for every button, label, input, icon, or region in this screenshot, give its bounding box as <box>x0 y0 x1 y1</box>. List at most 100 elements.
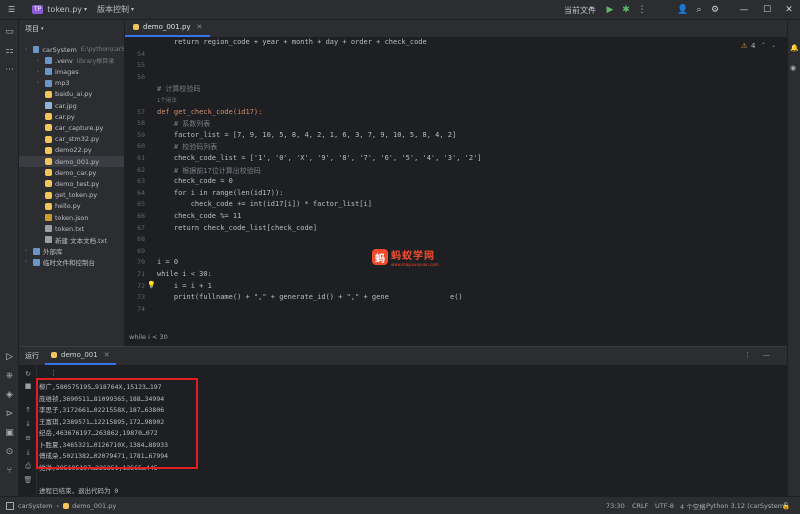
stop-icon[interactable]: ■ <box>23 381 33 391</box>
rerun-icon[interactable]: ↻ <box>23 369 33 379</box>
notifications-icon[interactable]: 🔔 <box>790 44 799 52</box>
status-file[interactable]: demo_001.py <box>72 502 116 510</box>
tree-item[interactable]: › images <box>19 66 124 77</box>
warning-icon[interactable]: ⚠ <box>741 42 747 50</box>
chevron-right-icon[interactable]: › <box>37 58 43 64</box>
code-line[interactable]: while i < 30: <box>157 270 212 278</box>
tree-item[interactable]: get_token.py <box>19 190 124 201</box>
more-icon[interactable]: ⋮ <box>744 351 751 359</box>
run-icon[interactable]: ▶ <box>603 3 617 17</box>
search-icon[interactable]: ⌕ <box>692 3 706 17</box>
tree-item[interactable]: car_capture.py <box>19 122 124 133</box>
tree-item[interactable]: demo_test.py <box>19 178 124 189</box>
tree-item[interactable]: 新建 文本文档.txt <box>19 234 124 245</box>
code-line[interactable]: print(fullname() + "," + generate_id() +… <box>157 293 389 301</box>
code-line[interactable]: for i in range(len(id17)): <box>157 189 284 197</box>
tree-item[interactable]: car.jpg <box>19 100 124 111</box>
run-tool-title[interactable]: 运行 <box>19 351 45 361</box>
structure-icon[interactable]: ⚏ <box>3 44 16 57</box>
chevron-right-icon[interactable]: › <box>25 47 31 53</box>
chevron-right-icon[interactable]: › <box>25 248 31 254</box>
tree-item[interactable]: demo_001.py <box>19 156 124 167</box>
tree-item[interactable]: demo22.py <box>19 145 124 156</box>
tree-item[interactable]: › 临时文件和控制台 <box>19 257 124 268</box>
trash-icon[interactable]: 🗑 <box>23 475 33 485</box>
tab-demo-001-run[interactable]: demo_001 ✕ <box>45 347 116 365</box>
user-icon[interactable]: 👤 <box>676 3 690 17</box>
debug-icon[interactable]: ✱ <box>619 3 633 17</box>
tree-item[interactable]: token.json <box>19 212 124 223</box>
code-line[interactable]: # 系数列表 <box>157 119 210 129</box>
status-line-separator[interactable]: CRLF <box>632 502 648 510</box>
ai-assistant-icon[interactable]: ◉ <box>790 64 796 72</box>
code-line[interactable]: # 计算校验码 <box>157 84 200 94</box>
code-line[interactable]: check_code = 0 <box>157 177 233 185</box>
status-indent[interactable]: 4 个空格 <box>680 501 706 511</box>
code-line-tail[interactable]: e() <box>450 293 463 301</box>
chevron-down-icon[interactable]: ▾ <box>590 5 593 12</box>
tree-item[interactable]: hello.py <box>19 201 124 212</box>
chevron-down-icon[interactable]: ▾ <box>84 6 87 13</box>
minimize-panel-icon[interactable]: — <box>763 351 770 359</box>
print-icon[interactable]: ⎙ <box>23 461 33 471</box>
code-line[interactable]: i = 0 <box>157 258 178 266</box>
problems-icon[interactable]: ⊙ <box>3 445 16 458</box>
tree-item[interactable]: › .venv library根目录 <box>19 55 124 66</box>
close-tab-icon[interactable]: ✕ <box>197 23 203 31</box>
code-line[interactable]: def get_check_code(id17): <box>157 108 262 116</box>
status-interpreter[interactable]: Python 3.12 (carSystem) <box>706 502 787 510</box>
scroll-to-end-icon[interactable]: ⤓ <box>23 447 33 457</box>
code-line[interactable]: return check_code_list[check_code] <box>157 224 317 232</box>
chevron-down-icon[interactable]: ▾ <box>131 6 134 13</box>
run-icon[interactable]: ▷ <box>3 350 16 363</box>
scroll-down-icon[interactable]: ↓ <box>23 419 33 429</box>
project-panel-title[interactable]: 项目 <box>25 24 39 34</box>
chevron-up-icon[interactable]: ⌃ <box>761 42 766 49</box>
python-packages-icon[interactable]: ⎈ <box>3 369 16 382</box>
more-icon[interactable]: ⋯ <box>3 63 16 76</box>
more-icon[interactable]: ⋮ <box>635 3 649 17</box>
folder-icon[interactable]: ▭ <box>3 25 16 38</box>
more-icon[interactable]: ⋮ <box>50 369 57 377</box>
tree-item[interactable]: baidu_ai.py <box>19 89 124 100</box>
code-line[interactable]: i = i + 1 <box>157 282 212 290</box>
tree-item[interactable]: › carSystem E:\python\carS <box>19 44 124 55</box>
tab-demo-001[interactable]: demo_001.py ✕ <box>125 19 211 37</box>
minimize-icon[interactable]: — <box>737 3 751 17</box>
chevron-right-icon[interactable]: › <box>37 80 43 86</box>
breadcrumb[interactable]: while i < 30 <box>125 330 168 344</box>
tree-item[interactable]: token.txt <box>19 223 124 234</box>
lightbulb-icon[interactable]: 💡 <box>147 281 156 289</box>
soft-wrap-icon[interactable]: ≡ <box>23 433 33 443</box>
vcs-menu[interactable]: 版本控制 <box>97 4 129 15</box>
terminal-icon[interactable]: ▣ <box>3 426 16 439</box>
close-tab-icon[interactable]: ✕ <box>104 351 110 359</box>
code-line[interactable]: check_code_list = ['1', '0', 'X', '9', '… <box>157 154 482 162</box>
tree-item[interactable]: car_stm32.py <box>19 134 124 145</box>
code-line[interactable]: # 根据前17位计算出校验码 <box>157 166 261 176</box>
close-icon[interactable]: ✕ <box>782 3 796 17</box>
chevron-right-icon[interactable]: › <box>25 259 31 265</box>
scroll-up-icon[interactable]: ↑ <box>23 405 33 415</box>
tree-item[interactable]: › mp3 <box>19 78 124 89</box>
code-line[interactable]: check_code %= 11 <box>157 212 241 220</box>
code-line[interactable]: return region_code + year + month + day … <box>157 38 427 46</box>
maximize-icon[interactable]: ☐ <box>760 3 774 17</box>
tree-item[interactable]: car.py <box>19 111 124 122</box>
status-project[interactable]: carSystem <box>18 502 52 510</box>
git-icon[interactable]: ⑂ <box>3 464 16 477</box>
settings-icon[interactable]: ⚙ <box>708 3 722 17</box>
chevron-down-icon[interactable]: ▾ <box>41 26 44 32</box>
chevron-down-icon[interactable]: ⌄ <box>771 42 776 49</box>
project-name[interactable]: token.py <box>47 5 82 14</box>
play-icon[interactable]: ⊳ <box>3 407 16 420</box>
tree-item[interactable]: demo_car.py <box>19 167 124 178</box>
console-output[interactable]: 柳广,580575195…918764X,15123…197 庞维祯,369051… <box>39 381 168 496</box>
status-encoding[interactable]: UTF-8 <box>655 502 674 510</box>
code-line[interactable]: factor_list = [7, 9, 10, 5, 8, 4, 2, 1, … <box>157 131 456 139</box>
layers-icon[interactable]: ◈ <box>3 388 16 401</box>
status-position[interactable]: 73:30 <box>606 502 625 510</box>
code-line[interactable]: # 校验码列表 <box>157 142 217 152</box>
lock-icon[interactable]: 🔓 <box>782 502 790 510</box>
hamburger-menu-icon[interactable]: ☰ <box>8 5 20 14</box>
